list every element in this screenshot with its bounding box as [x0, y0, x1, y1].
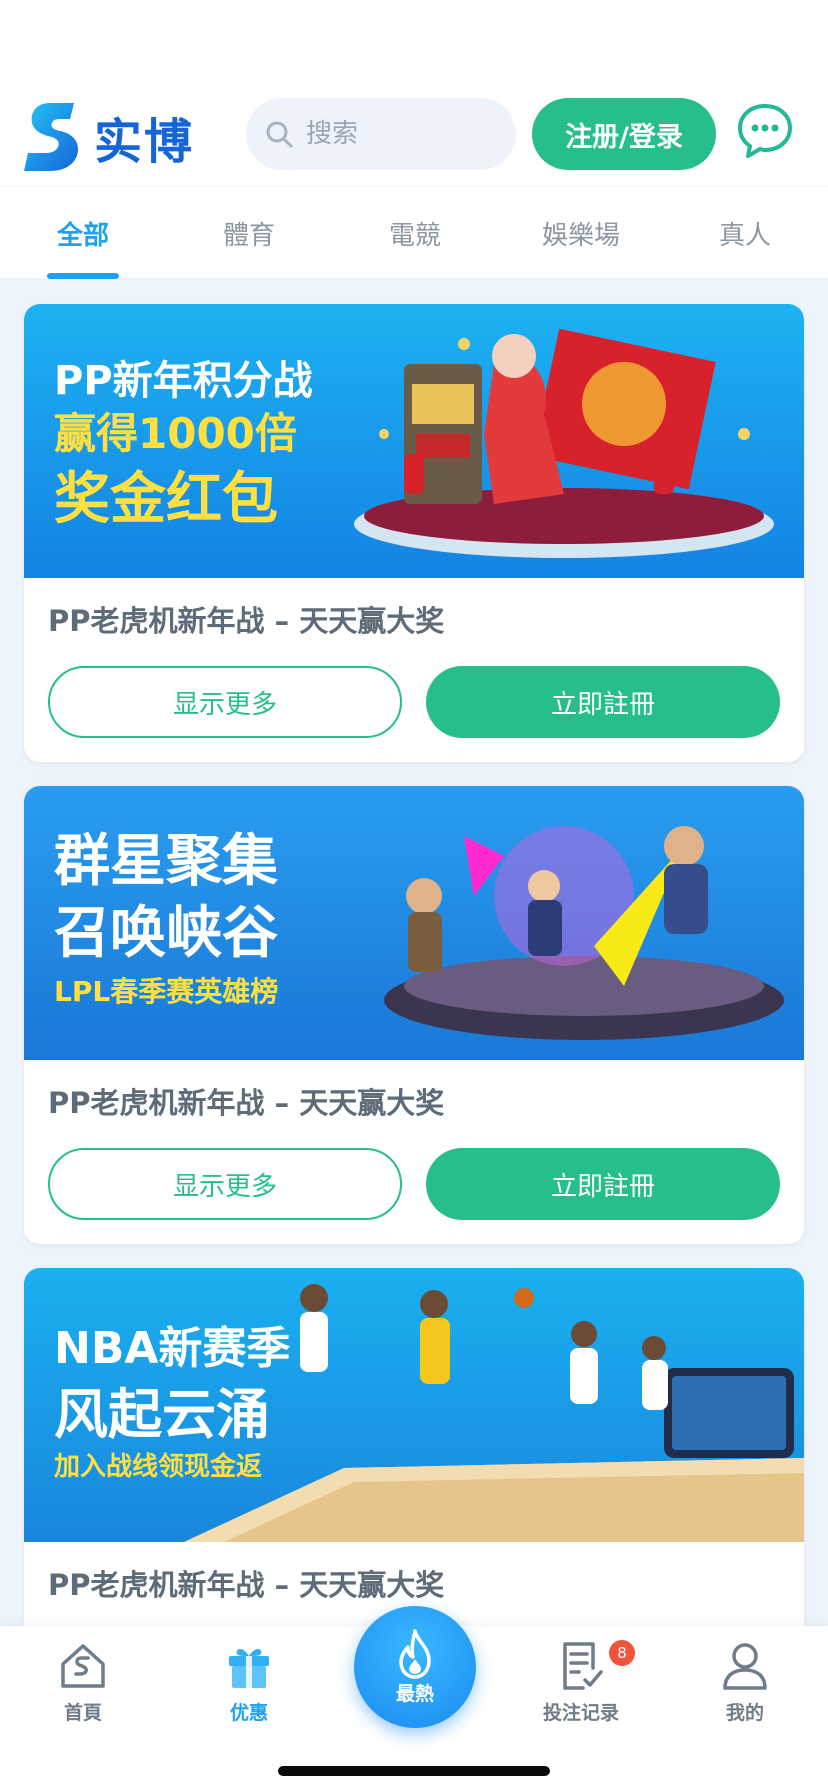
- tab-all[interactable]: 全部: [0, 187, 166, 279]
- nav-home-label: 首頁: [63, 1702, 102, 1724]
- home-icon: [61, 1644, 105, 1688]
- nav-bet-records[interactable]: 投注记录: [498, 1640, 664, 1744]
- gift-icon: [229, 1649, 269, 1688]
- logo-text: 实博: [94, 114, 195, 170]
- register-now-button[interactable]: 立即註冊: [426, 1148, 780, 1220]
- nav-profile[interactable]: 我的: [662, 1640, 828, 1744]
- banner-headline: 风起云涌: [54, 1383, 270, 1446]
- promotion-banner[interactable]: NBA新赛季 风起云涌 加入战线领现金返: [24, 1268, 804, 1542]
- search-input[interactable]: [306, 119, 506, 149]
- banner-headline: 群星聚集: [54, 829, 278, 894]
- nav-home[interactable]: 首頁: [0, 1640, 166, 1744]
- nav-promotions[interactable]: 优惠: [166, 1640, 332, 1744]
- flame-icon: [399, 1628, 431, 1679]
- promotion-title: PP老虎机新年战 – 天天赢大奖: [48, 1086, 445, 1120]
- nav-profile-label: 我的: [725, 1702, 764, 1724]
- nav-hot-label: 最熱: [395, 1682, 434, 1705]
- show-more-button[interactable]: 显示更多: [48, 666, 402, 738]
- status-bar: [0, 0, 828, 88]
- promotion-title: PP老虎机新年战 – 天天赢大奖: [48, 1568, 445, 1602]
- promotion-banner[interactable]: 群星聚集 召唤峡谷 LPL春季赛英雄榜: [24, 786, 804, 1060]
- category-tabs: 全部 體育 電競 娛樂場 真人: [0, 186, 828, 279]
- register-now-button[interactable]: 立即註冊: [426, 666, 780, 738]
- register-login-button[interactable]: 注册/登录: [532, 98, 716, 170]
- search-bar[interactable]: [246, 98, 516, 170]
- active-tab-indicator: [47, 273, 119, 279]
- promotion-card: 群星聚集 召唤峡谷 LPL春季赛英雄榜 PP老虎机新年战 – 天天赢大奖 显示更…: [24, 786, 804, 1244]
- banner-headline: 召唤峡谷: [54, 901, 278, 966]
- promotion-banner[interactable]: PP新年积分战 赢得1000倍 奖金红包: [24, 304, 804, 578]
- notification-badge: 8: [609, 1640, 635, 1666]
- app-header: 实博 注册/登录: [0, 88, 828, 186]
- banner-headline: PP新年积分战: [54, 358, 313, 404]
- home-indicator: [278, 1766, 550, 1776]
- tab-casino[interactable]: 娛樂場: [498, 187, 664, 279]
- tab-esports[interactable]: 電競: [332, 187, 498, 279]
- nav-promotions-label: 优惠: [229, 1702, 268, 1724]
- logo-s-icon: [24, 103, 78, 171]
- bet-record-icon: [563, 1642, 603, 1690]
- logo[interactable]: 实博: [24, 96, 194, 178]
- nav-bet-records-label: 投注记录: [542, 1702, 619, 1724]
- banner-headline: 赢得1000倍: [54, 409, 297, 458]
- banner-headline: NBA新赛季: [54, 1323, 291, 1374]
- banner-headline: 加入战线领现金返: [54, 1452, 263, 1482]
- search-icon: [266, 121, 293, 148]
- banner-headline: 奖金红包: [54, 467, 278, 532]
- user-icon: [723, 1643, 767, 1690]
- promotion-card: PP新年积分战 赢得1000倍 奖金红包 PP老虎机新年战 – 天天赢大奖 显示…: [24, 304, 804, 762]
- nav-hot[interactable]: 最熱: [354, 1606, 476, 1728]
- promotion-title: PP老虎机新年战 – 天天赢大奖: [48, 604, 445, 638]
- chat-icon[interactable]: [736, 102, 794, 160]
- tab-sports[interactable]: 體育: [166, 187, 332, 279]
- show-more-button[interactable]: 显示更多: [48, 1148, 402, 1220]
- tab-live-dealer[interactable]: 真人: [662, 187, 828, 279]
- banner-headline: LPL春季赛英雄榜: [54, 975, 279, 1008]
